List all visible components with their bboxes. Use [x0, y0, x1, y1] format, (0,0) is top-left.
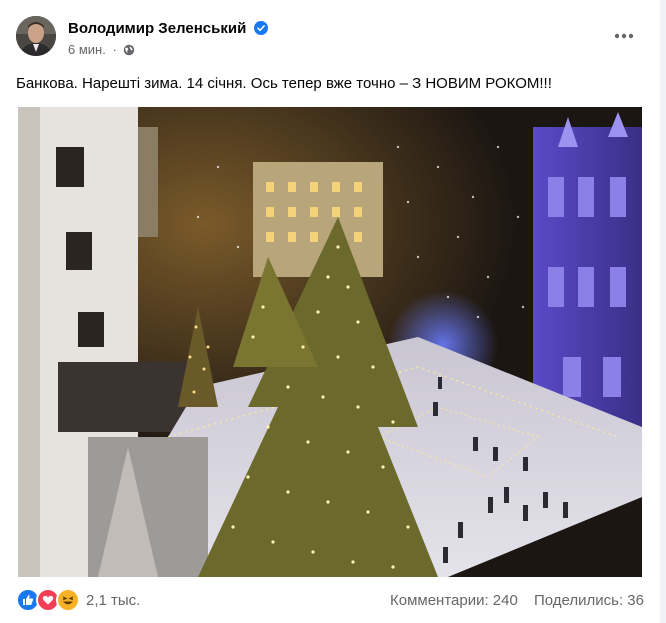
- engagement-counts: Комментарии: 240 Поделились: 36: [390, 592, 644, 609]
- comments-count[interactable]: Комментарии: 240: [390, 592, 518, 609]
- more-dots-glyph: [614, 33, 634, 39]
- post-card: Володимир Зеленський 6 мин. · Банкова. Н…: [0, 0, 660, 623]
- post-header: Володимир Зеленський 6 мин. ·: [16, 16, 644, 64]
- meta-separator: ·: [112, 42, 117, 57]
- photo-skating-rink-scene: [18, 107, 642, 577]
- author-name-text[interactable]: Володимир Зеленський: [68, 20, 246, 37]
- author-name[interactable]: Володимир Зеленський: [68, 20, 269, 37]
- post-photo[interactable]: [18, 107, 642, 577]
- more-dots-icon[interactable]: [608, 20, 640, 52]
- post-text: Банкова. Нарешті зима. 14 січня. Ось теп…: [16, 75, 552, 92]
- avatar-image: [16, 16, 56, 56]
- post-meta: 6 мин. ·: [68, 42, 135, 57]
- post-timestamp[interactable]: 6 мин.: [68, 42, 106, 57]
- reactions-summary[interactable]: 2,1 тыс.: [16, 588, 140, 612]
- globe-icon[interactable]: [123, 44, 135, 56]
- verified-badge-icon: [254, 21, 269, 35]
- post-footer: 2,1 тыс. Комментарии: 240 Поделились: 36: [16, 585, 644, 615]
- haha-reaction-icon: [56, 588, 80, 612]
- shares-count[interactable]: Поделились: 36: [534, 592, 644, 609]
- reaction-count[interactable]: 2,1 тыс.: [86, 592, 140, 609]
- avatar[interactable]: [16, 16, 56, 56]
- thumbs-up-icon: [23, 595, 34, 605]
- heart-icon: [42, 595, 54, 605]
- laughing-face-icon: [62, 596, 74, 605]
